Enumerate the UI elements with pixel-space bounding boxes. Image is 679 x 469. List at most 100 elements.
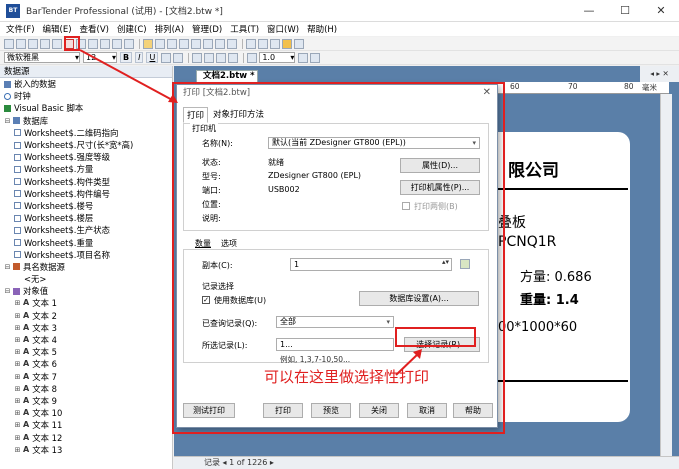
zoom-icon[interactable] [246,38,256,49]
font-size-select[interactable]: 12 ▾ [83,52,117,63]
tree-item[interactable]: Worksheet$.项目名称 [0,249,172,261]
menu-item[interactable]: 窗口(W) [267,23,299,35]
tree-item[interactable]: ⊞ A 文本 10 [0,407,172,419]
open-icon[interactable] [16,38,26,49]
line-style-icon[interactable] [298,52,309,63]
tree-item[interactable]: ⊞ A 文本 4 [0,334,172,346]
tree-item[interactable]: 时钟 [0,90,172,102]
snap-icon[interactable] [270,38,280,49]
picture-tool-icon[interactable] [203,38,213,49]
tree-item[interactable]: ⊞ A 文本 9 [0,395,172,407]
undo-icon[interactable] [112,38,122,49]
database-icon[interactable] [227,38,237,49]
tree-item[interactable]: Worksheet$.重量 [0,236,172,248]
paste-icon[interactable] [100,38,110,49]
expander-icon[interactable]: ⊞ [14,346,21,358]
tree-item[interactable]: ⊟ 对象值 [0,285,172,297]
expander-icon[interactable]: ⊞ [14,297,21,309]
new-icon[interactable] [4,38,14,49]
menu-item[interactable]: 文件(F) [6,23,35,35]
tree-item[interactable]: <无> [0,273,172,285]
close-button[interactable]: ✕ [643,0,679,22]
barcode-tool-icon[interactable] [179,38,189,49]
menu-item[interactable]: 排列(A) [155,23,184,35]
menu-item[interactable]: 工具(T) [230,23,259,35]
italic-button[interactable]: I [135,52,144,63]
vertical-scrollbar[interactable] [660,94,672,456]
line-width-select[interactable]: 1.0 ▾ [259,52,296,63]
tree-item[interactable]: ⊞ A 文本 5 [0,346,172,358]
tree-item[interactable]: Worksheet$.尺寸(长*宽*高) [0,139,172,151]
record-navigator[interactable]: 记录 ◂ 1 of 1226 ▸ [174,456,679,469]
menu-item[interactable]: 管理(D) [192,23,222,35]
expander-icon[interactable]: ⊞ [14,419,21,431]
copy-icon[interactable] [88,38,98,49]
expander-icon[interactable]: ⊞ [14,358,21,370]
tree-item[interactable]: Worksheet$.构件类型 [0,176,172,188]
underline-button[interactable]: U [146,52,159,63]
tree-item[interactable]: Worksheet$.楼层 [0,212,172,224]
align-left-icon[interactable] [192,52,203,63]
tree-item[interactable]: Worksheet$.二维码指向 [0,127,172,139]
tree-item[interactable]: Worksheet$.构件编号 [0,188,172,200]
print-preview-icon[interactable] [52,38,62,49]
tree-item[interactable]: ⊞ A 文本 8 [0,383,172,395]
menu-item[interactable]: 编辑(E) [43,23,72,35]
expander-icon[interactable]: ⊞ [14,395,21,407]
rfid-tool-icon[interactable] [215,38,225,49]
font-name-select[interactable]: 微软雅黑 ▾ [4,52,80,63]
tree-item[interactable]: ⊞ A 文本 12 [0,431,172,443]
tree-item[interactable]: ⊞ A 文本 6 [0,358,172,370]
expander-icon[interactable]: ⊞ [14,444,21,456]
document-tab[interactable]: 文档2.btw * [196,70,258,82]
redo-icon[interactable] [124,38,134,49]
expander-icon[interactable]: ⊟ [4,261,11,273]
tree-item[interactable]: ⊞ A 文本 7 [0,371,172,383]
maximize-button[interactable]: ☐ [607,0,643,22]
justify-icon[interactable] [228,52,239,63]
menu-item[interactable]: 查看(V) [80,23,109,35]
expander-icon[interactable]: ⊞ [14,407,21,419]
line-tool-icon[interactable] [167,38,177,49]
template-icon[interactable] [282,38,292,49]
save-all-icon[interactable] [40,38,50,49]
expander-icon[interactable]: ⊞ [14,432,21,444]
line-color-icon[interactable] [247,52,258,63]
fill-color-icon[interactable] [173,52,184,63]
align-center-icon[interactable] [204,52,215,63]
tree-item[interactable]: ⊞ A 文本 1 [0,297,172,309]
grid-icon[interactable] [258,38,268,49]
tree-item[interactable]: ⊟ 具名数据源 [0,261,172,273]
text-tool-icon[interactable] [155,38,165,49]
expander-icon[interactable]: ⊞ [14,371,21,383]
expander-icon[interactable]: ⊞ [14,334,21,346]
tree-item[interactable]: Worksheet$.强度等级 [0,151,172,163]
font-color-icon[interactable] [161,52,172,63]
tree-item[interactable]: ⊞ A 文本 3 [0,322,172,334]
minimize-button[interactable]: — [571,0,607,22]
border-icon[interactable] [310,52,321,63]
tree-item[interactable]: 嵌入的数据 [0,78,172,90]
tree-item[interactable]: Visual Basic 脚本 [0,102,172,114]
menu-item[interactable]: 帮助(H) [307,23,337,35]
panel-pin-controls[interactable]: ◂ ▸ ✕ [640,66,679,82]
tree-item[interactable]: Worksheet$.生产状态 [0,224,172,236]
tree-item[interactable]: ⊞ A 文本 2 [0,310,172,322]
tree-item[interactable]: ⊟ 数据库 [0,115,172,127]
layout-icon[interactable] [294,38,304,49]
menu-item[interactable]: 创建(C) [117,23,147,35]
tree-item[interactable]: ⊞ A 文本 11 [0,419,172,431]
save-icon[interactable] [28,38,38,49]
expander-icon[interactable]: ⊞ [14,322,21,334]
align-right-icon[interactable] [216,52,227,63]
pointer-icon[interactable] [143,38,153,49]
tree-item[interactable]: Worksheet$.楼号 [0,200,172,212]
tree-item[interactable]: ⊞ A 文本 13 [0,444,172,456]
shape-tool-icon[interactable] [191,38,201,49]
expander-icon[interactable]: ⊞ [14,310,21,322]
expander-icon[interactable]: ⊞ [14,383,21,395]
bold-button[interactable]: B [120,52,133,63]
expander-icon[interactable]: ⊟ [4,285,11,297]
tree-item[interactable]: Worksheet$.方量 [0,163,172,175]
expander-icon[interactable]: ⊟ [4,115,11,127]
